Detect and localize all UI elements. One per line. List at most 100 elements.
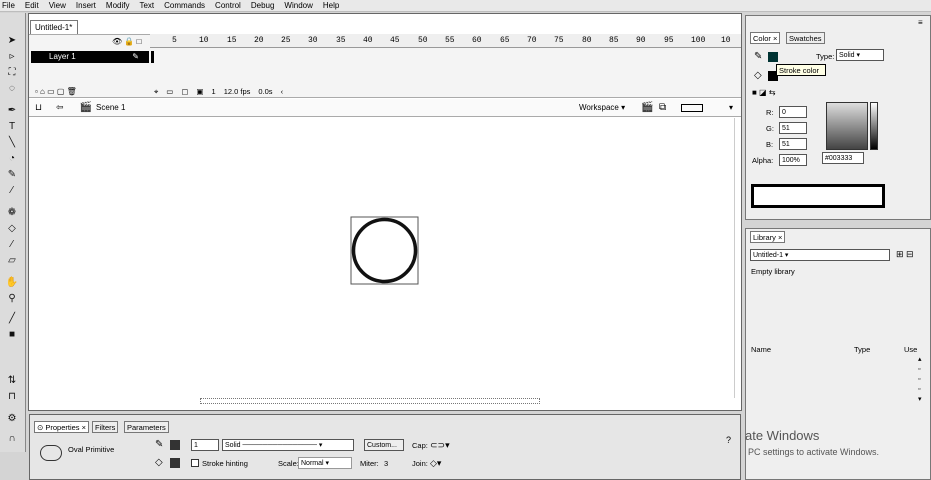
snap-icon[interactable]: ⊓ <box>4 391 20 403</box>
pen-icon[interactable]: ✒ <box>4 105 20 117</box>
ruler-tick: 35 <box>336 36 346 45</box>
brush-icon[interactable]: ⁄ <box>4 185 20 197</box>
color-picker-field[interactable] <box>826 102 868 150</box>
blue-input[interactable]: 51 <box>779 138 807 150</box>
stroke-height-input[interactable]: 1 <box>191 439 219 451</box>
paint-bucket-icon[interactable]: ◇ <box>4 223 20 235</box>
color-panel: Color × Swatches ✎ Type: Solid ▾ ◇ Strok… <box>745 15 931 220</box>
stroke-color-swatch[interactable] <box>768 52 778 62</box>
stroke-hinting-label: Stroke hinting <box>202 459 248 468</box>
tab-swatches[interactable]: Swatches <box>786 32 825 44</box>
swap-colors-icon[interactable]: ⇅ <box>4 375 20 387</box>
onion-skin-icon[interactable]: ▭ <box>166 86 173 98</box>
options-icon[interactable]: ⚙ <box>4 413 20 425</box>
magnet-icon[interactable]: ∩ <box>4 433 20 445</box>
stage[interactable] <box>29 118 741 410</box>
layer-visibility-icons[interactable]: 👁 🔒 □ <box>112 37 141 46</box>
stroke-style-select[interactable]: Solid ─────────────── ▾ <box>222 439 354 451</box>
horizontal-scrollbar[interactable] <box>200 398 540 404</box>
green-input[interactable]: 51 <box>779 122 807 134</box>
menu-window[interactable]: Window <box>284 1 312 10</box>
brightness-slider[interactable] <box>870 102 878 150</box>
frame-rate: 12.0 fps <box>223 87 251 96</box>
menu-debug[interactable]: Debug <box>251 1 275 10</box>
hex-input[interactable]: #003333 <box>822 152 864 164</box>
deco-icon[interactable]: ❁ <box>4 207 20 219</box>
library-side-icons[interactable]: ▴ ▫ ▫ ▫ ▾ <box>918 355 928 415</box>
column-name[interactable]: Name <box>751 345 771 354</box>
menu-modify[interactable]: Modify <box>106 1 130 10</box>
eyedropper-icon[interactable]: ⁄ <box>4 239 20 251</box>
ruler-tick: 90 <box>636 36 646 45</box>
subselection-icon[interactable]: ▹ <box>4 51 20 63</box>
ruler-tick: 50 <box>418 36 428 45</box>
free-transform-icon[interactable]: ⛶ <box>4 67 20 79</box>
pencil-icon: ✎ <box>132 52 139 61</box>
scale-select[interactable]: Normal ▾ <box>298 457 352 469</box>
stroke-color-icon[interactable]: ╱ <box>4 313 20 325</box>
help-icon[interactable]: ? <box>726 435 731 445</box>
selection-bounding-box[interactable] <box>350 216 419 285</box>
lasso-icon[interactable]: ◌ <box>4 83 20 95</box>
edit-multiple-icon[interactable]: ▣ <box>196 86 203 98</box>
miter-value[interactable]: 3 <box>384 459 388 468</box>
vertical-scrollbar[interactable] <box>734 118 740 398</box>
menu-file[interactable]: File <box>2 1 15 10</box>
tab-properties[interactable]: ⊙ Properties × <box>34 421 90 433</box>
workspace-dropdown[interactable]: Workspace ▾ <box>579 103 625 112</box>
eraser-icon[interactable]: ▱ <box>4 255 20 267</box>
join-select[interactable]: ◇▾ <box>430 458 441 469</box>
scroll-left-icon[interactable]: ‹ <box>281 86 284 98</box>
menu-control[interactable]: Control <box>215 1 241 10</box>
panel-menu-icon[interactable]: ≡ <box>918 18 923 27</box>
edit-symbols-icon[interactable]: ⧉ <box>659 102 666 113</box>
stroke-hinting-checkbox[interactable] <box>191 459 199 467</box>
type-select[interactable]: Solid ▾ <box>836 49 884 61</box>
menu-insert[interactable]: Insert <box>76 1 96 10</box>
oval-primitive-shape[interactable] <box>351 217 418 284</box>
pencil-icon[interactable]: ✎ <box>4 169 20 181</box>
edit-scene-icon[interactable]: 🎬 <box>641 102 653 113</box>
shape-icon[interactable]: ◔ <box>4 153 20 165</box>
menu-commands[interactable]: Commands <box>164 1 205 10</box>
zoom-dropdown[interactable] <box>681 104 703 112</box>
red-input[interactable]: 0 <box>779 106 807 118</box>
menu-text[interactable]: Text <box>139 1 154 10</box>
zoom-icon[interactable]: ⚲ <box>4 293 20 305</box>
column-use[interactable]: Use <box>904 345 917 354</box>
fill-color-icon[interactable]: ■ <box>4 329 20 341</box>
fill-color-swatch[interactable] <box>170 458 180 468</box>
chevron-down-icon[interactable]: ▾ <box>729 103 733 112</box>
hand-icon[interactable]: ✋ <box>4 277 20 289</box>
layer-controls[interactable]: ▫ ⌂ ▭ ▢ 🗑 <box>31 86 149 98</box>
menu-help[interactable]: Help <box>323 1 339 10</box>
cap-select[interactable]: ⊂⊃▾ <box>430 440 450 451</box>
onion-outline-icon[interactable]: ▢ <box>181 86 188 98</box>
tab-filters[interactable]: Filters <box>92 421 119 433</box>
layer-row[interactable]: Layer 1 ✎ <box>31 51 149 63</box>
scene-icon: 🎬 <box>79 102 93 113</box>
column-type[interactable]: Type <box>854 345 870 354</box>
custom-button[interactable]: Custom... <box>364 439 404 451</box>
center-frame-icon[interactable]: ⌖ <box>154 86 158 98</box>
text-icon[interactable]: T <box>4 121 20 133</box>
line-icon[interactable]: ╲ <box>4 137 20 149</box>
tab-library[interactable]: Library × <box>750 231 786 243</box>
pin-icon[interactable]: ⊞ ⊟ <box>896 249 914 260</box>
ruler-tick: 10 <box>199 36 209 45</box>
menu-edit[interactable]: Edit <box>25 1 39 10</box>
library-document-select[interactable]: Untitled-1 ▾ <box>750 249 890 261</box>
color-tools-icons[interactable]: ■ ◪ ⇆ <box>752 88 776 97</box>
timeline-toggle-icon[interactable]: ⊔ <box>35 102 42 113</box>
red-label: R: <box>766 108 774 117</box>
document-tab[interactable]: Untitled-1* <box>30 20 78 34</box>
tab-color[interactable]: Color × <box>750 32 781 44</box>
tab-parameters[interactable]: Parameters <box>124 421 169 433</box>
current-frame: 1 <box>211 87 216 96</box>
stroke-color-swatch[interactable] <box>170 440 180 450</box>
menu-view[interactable]: View <box>49 1 66 10</box>
timeline-ruler[interactable]: 5 10 15 20 25 30 35 40 45 50 55 60 65 70… <box>150 34 741 48</box>
selection-icon[interactable]: ➤ <box>4 35 20 47</box>
back-arrow-icon[interactable]: ⇦ <box>56 102 64 113</box>
alpha-input[interactable]: 100% <box>779 154 807 166</box>
